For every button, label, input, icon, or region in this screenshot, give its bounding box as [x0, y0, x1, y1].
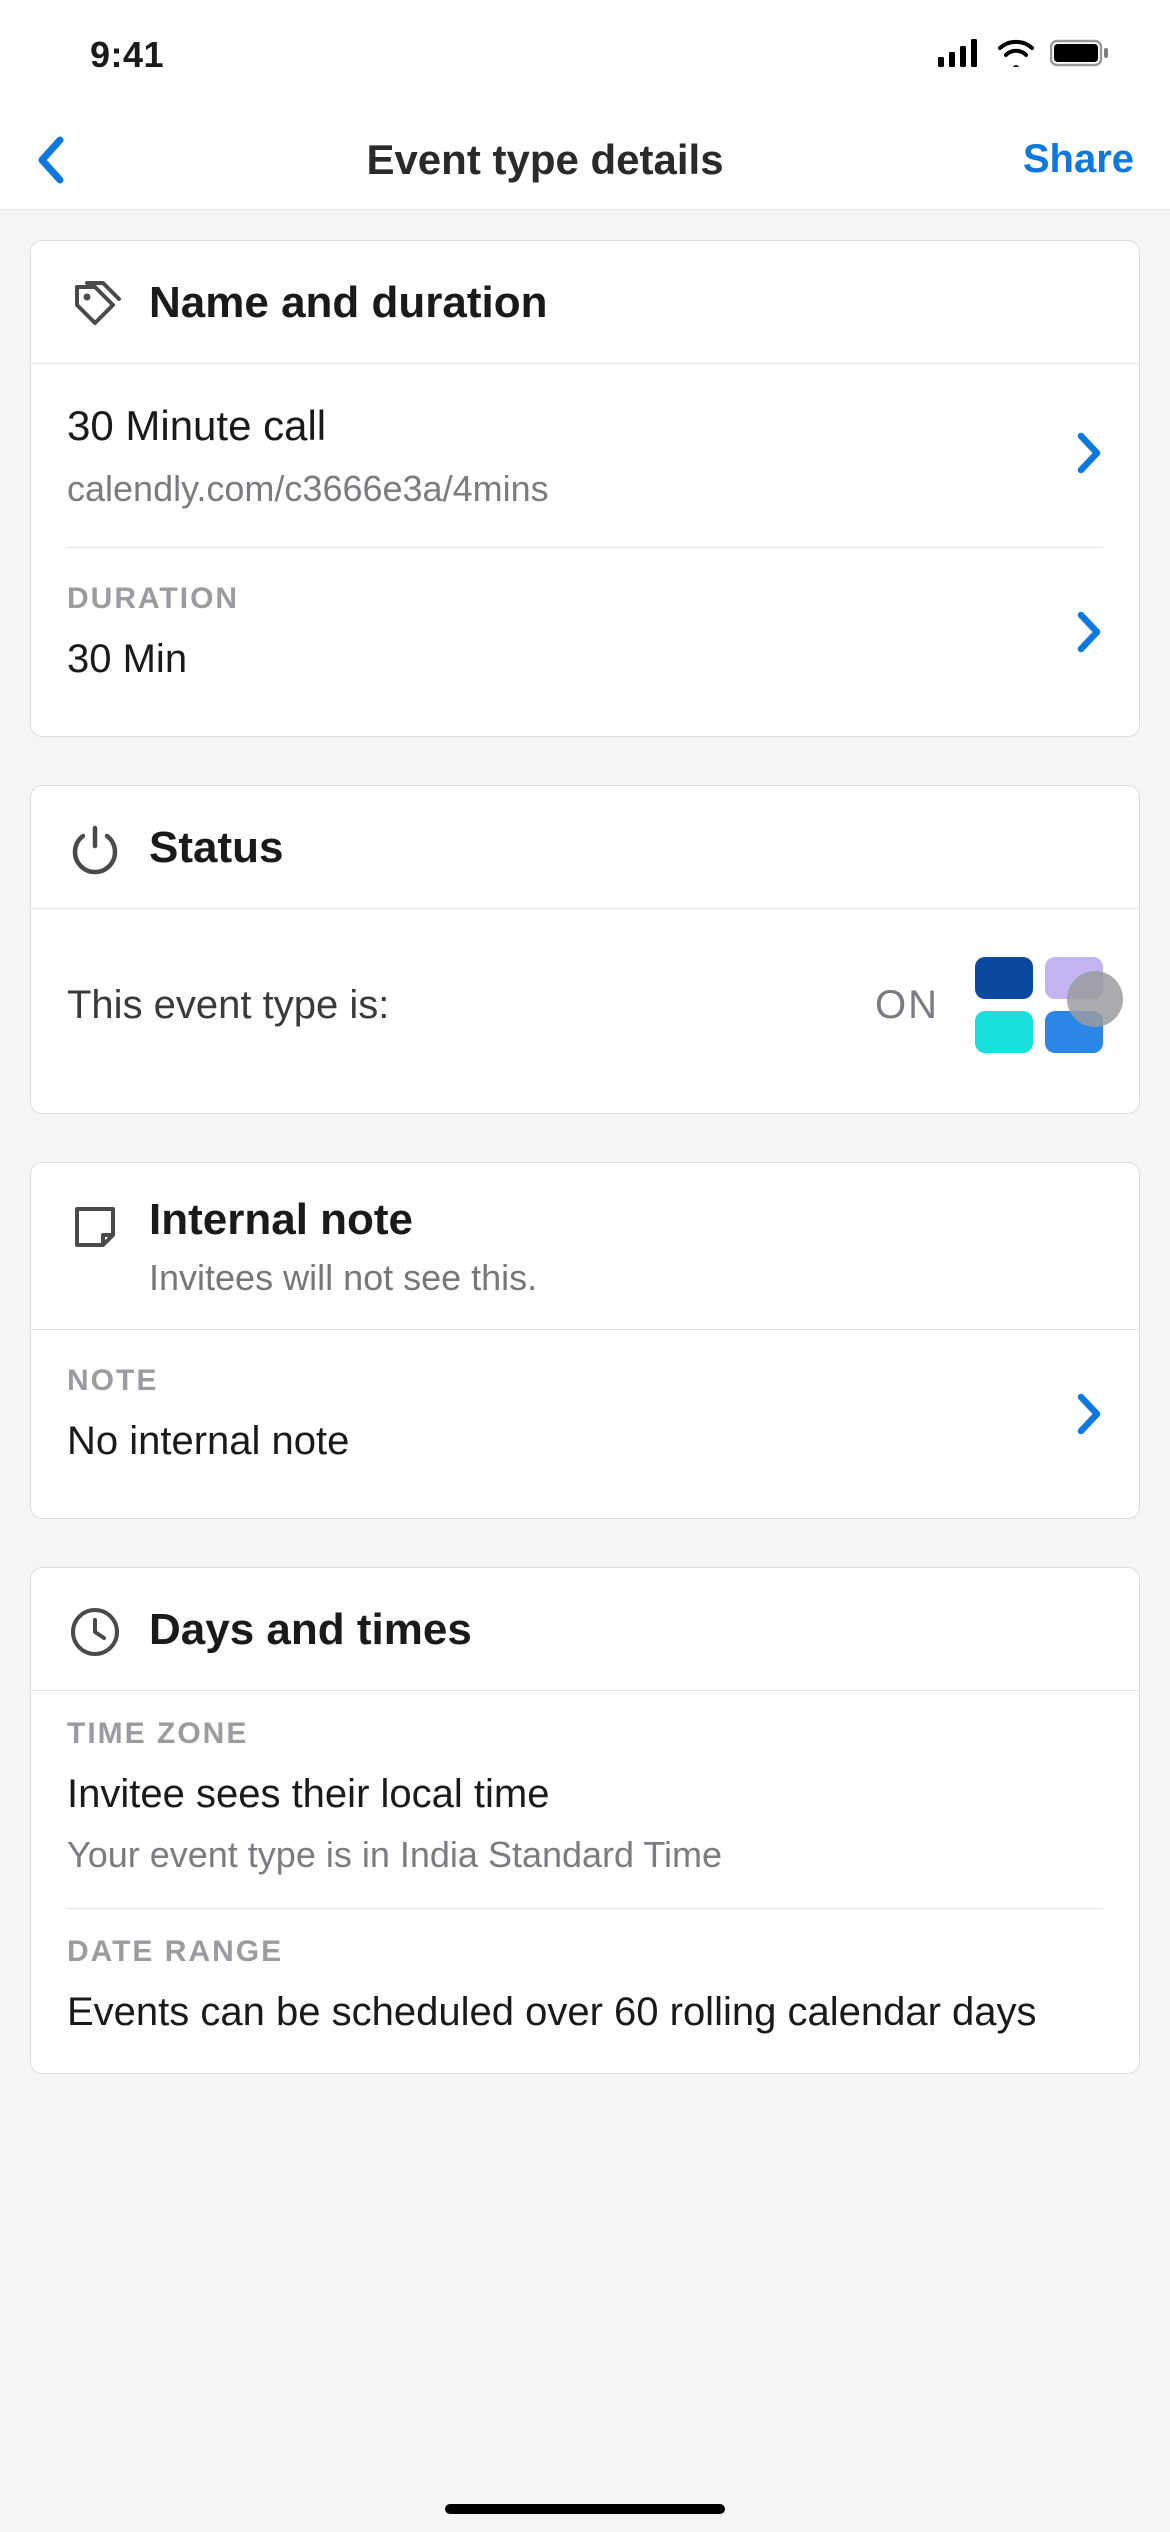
nav-bar: Event type details Share: [0, 110, 1170, 210]
card-title: Status: [149, 823, 283, 873]
card-title: Name and duration: [149, 278, 548, 328]
note-icon: [67, 1199, 123, 1255]
row-duration[interactable]: DURATION 30 Min: [67, 547, 1103, 736]
status-bar: 9:41: [0, 0, 1170, 110]
cellular-signal-icon: [938, 39, 982, 72]
event-name: 30 Minute call: [67, 398, 1053, 455]
card-name-duration: Name and duration 30 Minute call calendl…: [30, 240, 1140, 737]
note-value: No internal note: [67, 1414, 1053, 1468]
tag-icon: [67, 277, 123, 333]
card-internal-note: Internal note Invitees will not see this…: [30, 1162, 1140, 1519]
card-status: Status This event type is: ON: [30, 785, 1140, 1114]
row-date-range[interactable]: DATE RANGE Events can be scheduled over …: [67, 1908, 1103, 2073]
home-indicator: [445, 2504, 725, 2514]
card-header: Days and times: [31, 1568, 1139, 1691]
event-url: calendly.com/c3666e3a/4mins: [67, 465, 1053, 514]
row-event-name[interactable]: 30 Minute call calendly.com/c3666e3a/4mi…: [67, 364, 1103, 547]
card-header: Name and duration: [31, 241, 1139, 364]
clock-icon: [67, 1604, 123, 1660]
date-range-value: Events can be scheduled over 60 rolling …: [67, 1985, 1103, 2039]
chevron-right-icon: [1077, 432, 1103, 479]
chevron-left-icon: [36, 136, 66, 184]
card-title: Internal note: [149, 1195, 537, 1245]
card-days-times: Days and times TIME ZONE Invitee sees th…: [30, 1567, 1140, 2074]
content: Name and duration 30 Minute call calendl…: [0, 210, 1170, 2104]
power-icon: [67, 822, 123, 878]
duration-value: 30 Min: [67, 632, 1053, 686]
timezone-sub: Your event type is in India Standard Tim…: [67, 1831, 1103, 1880]
chevron-right-icon: [1077, 1393, 1103, 1440]
battery-icon: [1050, 39, 1110, 72]
duration-label: DURATION: [67, 582, 1053, 616]
status-toggle[interactable]: [975, 957, 1103, 1053]
card-header: Internal note Invitees will not see this…: [31, 1163, 1139, 1330]
status-time: 9:41: [90, 34, 164, 76]
share-button[interactable]: Share: [994, 137, 1134, 182]
status-value: ON: [875, 983, 939, 1028]
date-range-label: DATE RANGE: [67, 1935, 1103, 1969]
card-header: Status: [31, 786, 1139, 909]
row-timezone[interactable]: TIME ZONE Invitee sees their local time …: [67, 1691, 1103, 1908]
note-label: NOTE: [67, 1364, 1053, 1398]
timezone-label: TIME ZONE: [67, 1717, 1103, 1751]
chevron-right-icon: [1077, 611, 1103, 658]
card-title: Days and times: [149, 1605, 472, 1655]
row-status: This event type is: ON: [31, 909, 1139, 1113]
toggle-knob: [1067, 971, 1123, 1027]
status-label: This event type is:: [67, 983, 389, 1028]
status-icons: [938, 39, 1110, 72]
card-subtitle: Invitees will not see this.: [149, 1257, 537, 1299]
wifi-icon: [996, 39, 1036, 72]
page-title: Event type details: [96, 136, 994, 184]
back-button[interactable]: [36, 136, 96, 184]
row-note[interactable]: NOTE No internal note: [67, 1330, 1103, 1518]
timezone-value: Invitee sees their local time: [67, 1767, 1103, 1821]
